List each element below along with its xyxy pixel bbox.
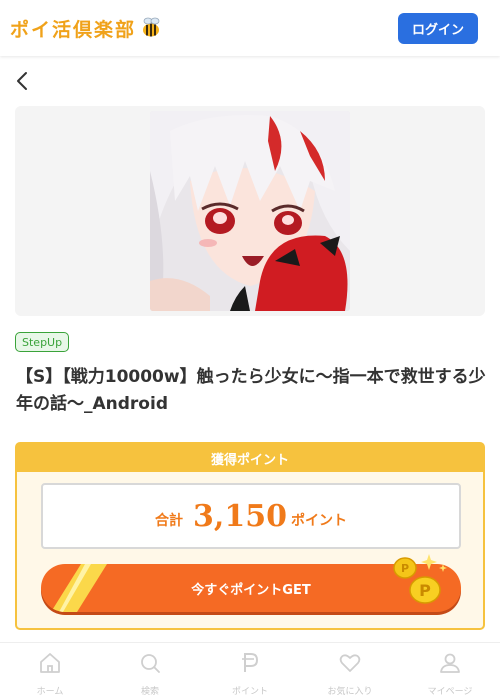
heart-icon [339,654,361,672]
logo-text: ポイ活倶楽部 [10,18,137,41]
points-panel: 獲得ポイント 合計 3,150 ポイント 今すぐポイントGET P P [15,442,485,630]
point-icon [242,653,259,672]
gold-coins-icon: P P [393,554,447,604]
login-button[interactable]: ログイン [398,13,478,44]
anime-character-illustration [150,111,350,311]
app-root: ポイ活倶楽部 ログイン StepUp 【S】【戦力10000w】触ったら少女に〜… [0,0,500,700]
nav-favorites[interactable]: お気に入り [300,643,400,700]
back-arrow-icon[interactable] [14,70,34,92]
nav-points[interactable]: ポイント [200,643,300,700]
site-logo[interactable]: ポイ活倶楽部 [10,14,163,42]
stepup-tag: StepUp [15,332,70,352]
nav-home-label: ホーム [36,687,64,697]
top-header: ポイ活倶楽部 ログイン [0,0,500,56]
bottom-navigation: ホーム 検索 ポイント お気に入り マイページ [0,642,500,700]
svg-text:P: P [401,562,409,575]
nav-points-label: ポイント [231,687,268,697]
total-points-box: 合計 3,150 ポイント [41,483,461,549]
points-unit: ポイント [290,513,347,529]
nav-mypage-label: マイページ [427,687,473,697]
nav-search[interactable]: 検索 [100,643,200,700]
nav-search-label: 検索 [140,687,159,697]
search-icon [141,654,160,673]
nav-mypage[interactable]: マイページ [400,643,500,700]
campaign-title: 【S】【戦力10000w】触ったら少女に〜指一本で救世する少年の話～_Andro… [16,367,486,414]
campaign-banner [15,106,485,316]
total-label: 合計 [155,513,184,529]
home-icon [40,653,60,673]
points-header: 獲得ポイント [17,444,483,472]
user-icon [440,653,460,673]
total-points-value: 3,150 [193,498,287,534]
svg-text:P: P [419,581,431,600]
nav-favorites-label: お気に入り [327,687,373,697]
campaign-image[interactable] [150,111,350,311]
bee-logo-icon [143,17,160,37]
nav-home[interactable]: ホーム [0,643,100,700]
